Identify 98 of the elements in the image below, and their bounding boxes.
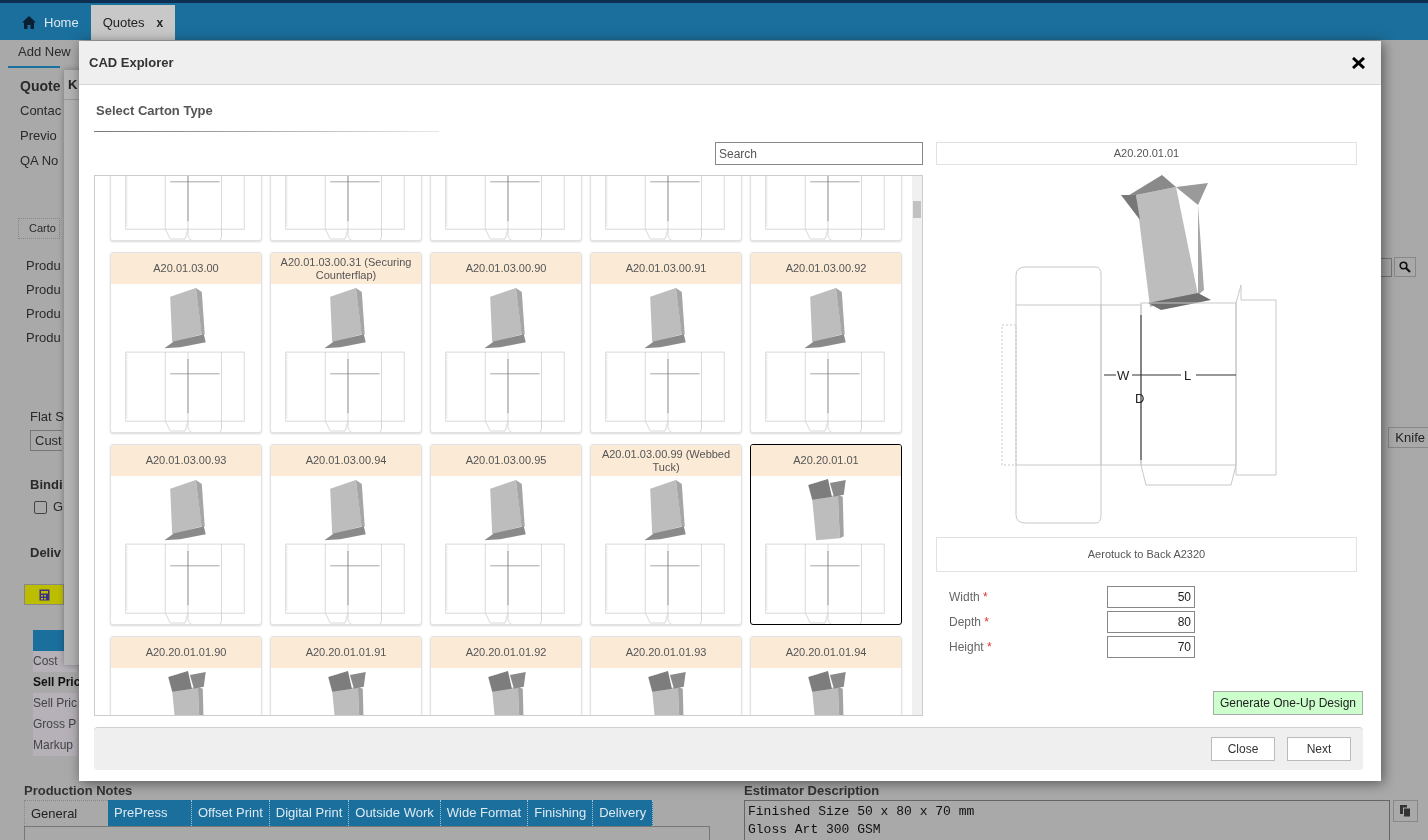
carton-card[interactable]: A20.20.01.01.90 bbox=[110, 636, 262, 715]
checkbox[interactable] bbox=[34, 500, 47, 514]
row-label: Gross P bbox=[33, 714, 77, 735]
tab[interactable]: PrePress bbox=[108, 800, 192, 826]
row-label: Markup bbox=[33, 735, 77, 756]
text-line: Gloss Art 300 GSM bbox=[748, 821, 882, 839]
card-title: A20.01.03.00.31 (Securing Counterflap) bbox=[279, 255, 413, 282]
calculator-icon bbox=[38, 588, 50, 601]
tab[interactable]: Quotes x bbox=[90, 5, 176, 40]
tab[interactable]: Delivery bbox=[593, 800, 654, 826]
field-label: Height * bbox=[949, 639, 993, 656]
search-button[interactable] bbox=[1394, 257, 1416, 277]
card-title: A20.01.03.00.91 bbox=[625, 262, 707, 275]
carton-card[interactable]: A20.20.01.01.93 bbox=[590, 636, 742, 715]
carton-card[interactable]: A20.20.01.01.92 bbox=[430, 636, 582, 715]
tab[interactable]: Outside Work bbox=[349, 800, 441, 826]
field-label: Produ bbox=[26, 281, 61, 299]
side-link[interactable]: Previo bbox=[20, 126, 57, 146]
side-link[interactable]: Contac bbox=[20, 101, 62, 121]
tab[interactable]: Finishing bbox=[528, 800, 594, 826]
field-label: Depth * bbox=[949, 614, 991, 631]
text-area[interactable]: Finished Size 50 x 80 x 70 mm Gloss Art 300 GSM bbox=[744, 800, 1390, 840]
calculate-button[interactable] bbox=[24, 584, 64, 605]
carton-drawing bbox=[328, 670, 366, 715]
carton-card[interactable]: A20.01.03.00.92 bbox=[750, 252, 902, 433]
card-title: A20.01.03.00.93 bbox=[145, 454, 227, 467]
carton-card[interactable]: A20.20.01.01.91 bbox=[270, 636, 422, 715]
card-title: A20.01.03.00 bbox=[153, 262, 219, 275]
code-box: A20.20.01.01 bbox=[936, 142, 1357, 165]
dialog-button[interactable]: Next bbox=[1287, 737, 1351, 761]
card-title: A20.01.03.00.99 (Webbed Tuck) bbox=[600, 447, 732, 474]
checkbox-label: G bbox=[53, 498, 64, 516]
search-icon bbox=[1399, 261, 1411, 273]
card-title: A20.01.03.00.95 bbox=[465, 454, 547, 467]
field-label: Width * bbox=[949, 589, 989, 606]
tab[interactable]: Home bbox=[10, 5, 91, 40]
generate-button[interactable]: Generate One-Up Design bbox=[1212, 691, 1363, 715]
subtab[interactable]: Add New bbox=[18, 42, 77, 62]
card-title: A20.20.01.01 bbox=[793, 454, 859, 467]
dialog-title: K bbox=[68, 75, 78, 94]
field-label: Produ bbox=[26, 329, 61, 347]
carton-drawing bbox=[648, 670, 686, 715]
card-title: A20.20.01.01.93 bbox=[625, 646, 707, 659]
dimension-label: D bbox=[1135, 391, 1145, 406]
row-label: Sell Pric bbox=[33, 674, 77, 691]
tab[interactable]: Offset Print bbox=[192, 800, 270, 826]
carton-card[interactable]: A20.01.03.00.99 (Webbed Tuck) bbox=[590, 444, 742, 625]
card-title: A20.20.01.01.94 bbox=[785, 646, 867, 659]
field-label: Produ bbox=[26, 257, 61, 275]
select-field[interactable]: Cust bbox=[30, 430, 62, 451]
section-title: Select Carton Type bbox=[96, 103, 214, 119]
carton-drawing bbox=[488, 670, 526, 715]
copy-icon bbox=[1400, 805, 1411, 817]
card-title: A20.01.03.00.90 bbox=[465, 262, 547, 275]
tab[interactable]: Digital Print bbox=[269, 800, 350, 826]
carton-drawing bbox=[808, 670, 846, 715]
carton-card[interactable]: A20.01.03.00.93 bbox=[110, 444, 262, 625]
home-icon bbox=[22, 16, 36, 29]
dialog-button[interactable]: Close bbox=[1211, 737, 1275, 761]
card-title: A20.20.01.01.90 bbox=[145, 646, 227, 659]
knife-button[interactable]: Knife bbox=[1388, 427, 1428, 448]
card-title: A20.20.01.01.92 bbox=[465, 646, 547, 659]
section-title: Estimator Description bbox=[744, 783, 881, 799]
field-label: Flat S bbox=[30, 408, 65, 426]
text-line: Finished Size 50 x 80 x 70 mm bbox=[748, 803, 976, 821]
scrollbar[interactable] bbox=[912, 176, 922, 715]
carton-card[interactable]: A20.01.03.00.31 (Securing Counterflap) bbox=[270, 252, 422, 433]
card-title: A20.01.03.00.92 bbox=[785, 262, 867, 275]
input-field[interactable]: 50 bbox=[1107, 586, 1195, 608]
carton-card[interactable]: A20.20.01.01.94 bbox=[750, 636, 902, 715]
input-field[interactable]: 80 bbox=[1107, 611, 1195, 633]
carton-card[interactable]: A20.20.01.01 bbox=[750, 444, 902, 625]
tab[interactable]: Wide Format bbox=[440, 800, 529, 826]
carton-card[interactable]: A20.01.03.00.95 bbox=[430, 444, 582, 625]
row-label: Sell Pric bbox=[33, 693, 77, 714]
field-label: Produ bbox=[26, 305, 61, 323]
section-title: Deliv bbox=[30, 544, 63, 562]
close-icon[interactable]: x bbox=[156, 13, 164, 32]
close-icon[interactable] bbox=[1352, 56, 1365, 69]
carton-drawing bbox=[168, 670, 206, 715]
search-field[interactable]: Search bbox=[715, 142, 923, 165]
carton-card[interactable]: A20.01.03.00.94 bbox=[270, 444, 422, 625]
section-title: Production Notes bbox=[24, 783, 134, 799]
carton-card[interactable]: A20.01.03.00.91 bbox=[590, 252, 742, 433]
side-link[interactable]: Quote bbox=[20, 76, 61, 96]
card-title: A20.20.01.01.91 bbox=[305, 646, 387, 659]
section-title: Bindi bbox=[30, 476, 64, 494]
card-title: A20.01.03.00.94 bbox=[305, 454, 387, 467]
tab[interactable]: Carto bbox=[18, 218, 60, 239]
dimension-label: L bbox=[1184, 368, 1192, 383]
input-field[interactable]: 70 bbox=[1107, 636, 1195, 658]
carton-card[interactable]: A20.01.03.00 bbox=[110, 252, 262, 433]
dimension-label: W bbox=[1117, 368, 1130, 383]
dialog-title: CAD Explorer bbox=[89, 53, 174, 72]
copy-button[interactable] bbox=[1393, 800, 1418, 822]
side-link[interactable]: QA No bbox=[20, 151, 59, 171]
carton-card[interactable]: A20.01.03.00.90 bbox=[430, 252, 582, 433]
description-box: Aerotuck to Back A2320 bbox=[936, 537, 1357, 572]
